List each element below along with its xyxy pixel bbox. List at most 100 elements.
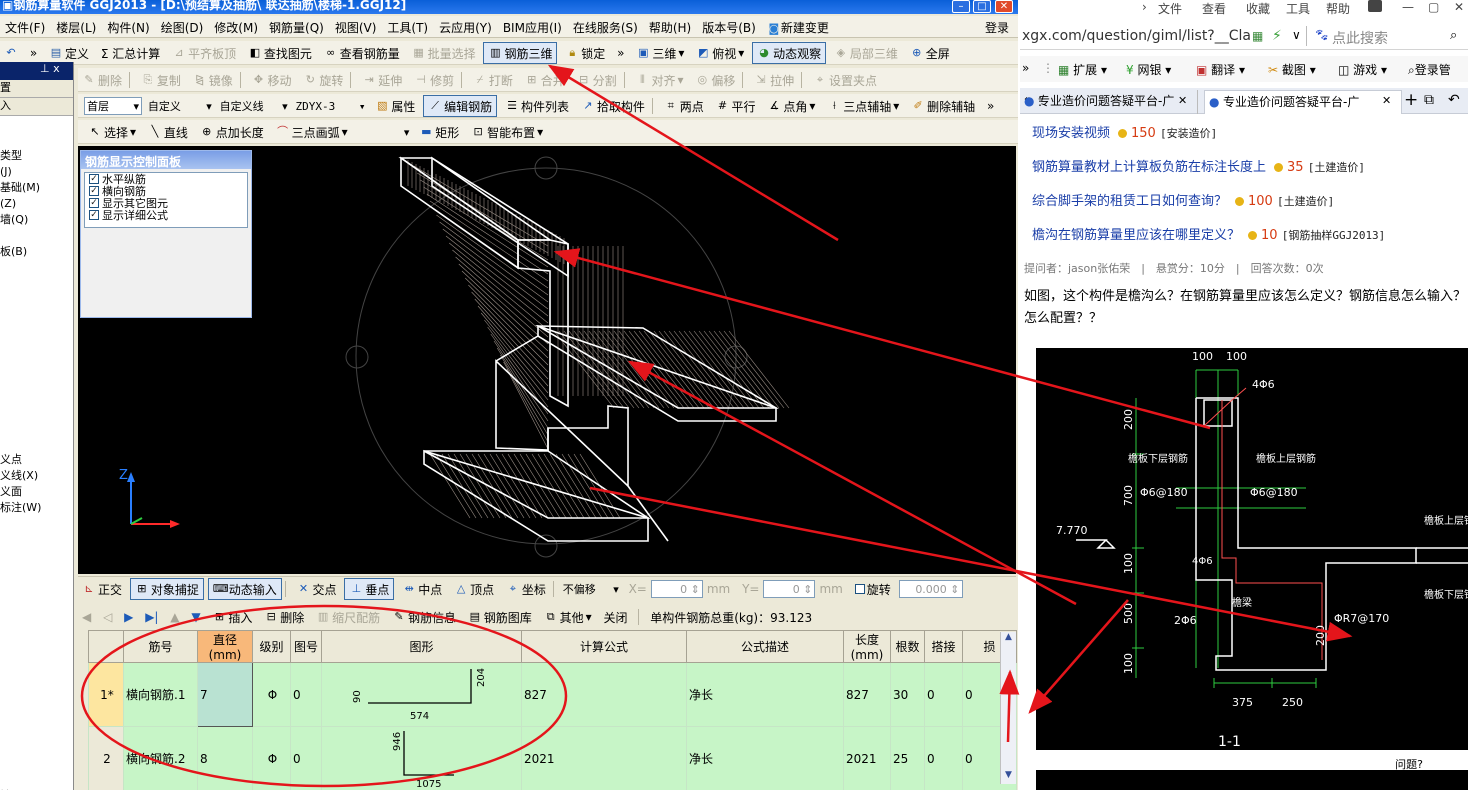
question-link[interactable]: 钢筋算量教材上计算板负筋在标注长度上 [1032, 160, 1266, 175]
new-tab-icon[interactable]: + [1404, 90, 1418, 110]
navigator-item[interactable] [0, 260, 73, 276]
checkbox-checked-icon[interactable]: ✓ [89, 198, 99, 208]
col-formula[interactable]: 计算公式 [521, 630, 687, 663]
ortho-button[interactable]: ⊾ 正交 [78, 578, 126, 600]
align-button[interactable]: ⫴ 对齐 ▾ [631, 69, 687, 91]
three-point-axis-button[interactable]: ⟊ 三点辅轴 ▾ [823, 95, 903, 117]
rebar-info-button[interactable]: ✎ 钢筋信息 [388, 606, 460, 628]
col-formula-desc[interactable]: 公式描述 [686, 630, 844, 663]
line-button[interactable]: ╲ 直线 [144, 121, 192, 143]
pick-component-button[interactable]: ↗ 拾取构件 [577, 95, 649, 117]
next-record-button[interactable]: ▶ [120, 606, 137, 628]
col-diameter[interactable]: 直径(mm) [197, 630, 253, 663]
close-panel-icon[interactable]: ⅹ [53, 62, 60, 75]
split-button[interactable]: ⊟ 分割 [573, 69, 621, 91]
cell-diameter[interactable]: 8 [197, 726, 253, 790]
navigator-item[interactable]: 标注(W) [0, 500, 73, 516]
merge-button[interactable]: ⊞ 合并 [521, 69, 569, 91]
menu-floor[interactable]: 楼层(L) [51, 16, 102, 36]
navigator-item[interactable] [0, 340, 73, 356]
close-button[interactable]: ✕ [995, 0, 1013, 13]
bookmark-login[interactable]: ⌕登录管 [1408, 61, 1451, 78]
dynamic-input-button[interactable]: ⌨ 动态输入 [207, 578, 282, 600]
three-d-button[interactable]: ▣ 三维 ▾ [632, 42, 688, 64]
col-lap[interactable]: 搭接 [924, 630, 963, 663]
navigator-item[interactable] [0, 372, 73, 388]
browser-menu-chevron-icon[interactable]: › [1142, 0, 1147, 14]
question-item[interactable]: 钢筋算量教材上计算板负筋在标注长度上 35 [土建造价] [1032, 156, 1365, 175]
draw-mode-select[interactable]: ▾ [355, 123, 411, 141]
break-button[interactable]: ⌿ 打断 [469, 69, 517, 91]
first-record-button[interactable]: ◀ [78, 606, 95, 628]
rotate-button[interactable]: ↻ 旋转 [299, 69, 347, 91]
fullscreen-button[interactable]: ⊕ 全屏 [906, 42, 954, 64]
tab-close-icon[interactable]: ✕ [1178, 94, 1187, 107]
navigator-item[interactable] [0, 388, 73, 404]
navigator-item[interactable] [0, 116, 73, 132]
cell-desc[interactable]: 净长 [686, 662, 844, 727]
cell-diameter[interactable]: 7 [197, 662, 253, 727]
tab-active[interactable]: ● 专业造价问题答疑平台-广 [1204, 90, 1402, 114]
menu-bim[interactable]: BIM应用(I) [498, 16, 568, 36]
navigator-item[interactable] [0, 756, 73, 772]
define-button[interactable]: ▤ 定义 [45, 42, 93, 64]
delete-button[interactable]: ✎ 删除 [78, 69, 126, 91]
pin-icon[interactable]: ⊥ [40, 62, 50, 75]
qr-icon[interactable]: ▦ [1252, 29, 1263, 43]
prev-record-button[interactable]: ◁ [99, 606, 116, 628]
view-rebar-qty-button[interactable]: ∞ 查看钢筋量 [320, 42, 404, 64]
navigator-item[interactable]: 板(B) [0, 244, 73, 260]
checkbox-checked-icon[interactable]: ✓ [89, 174, 99, 184]
orbit-handle-bottom[interactable] [534, 534, 558, 558]
cell-formula[interactable]: 827 [521, 662, 687, 727]
last-record-button[interactable]: ▶| [141, 606, 162, 628]
menu-file[interactable]: 文件(F) [0, 16, 51, 36]
menu-modify[interactable]: 修改(M) [209, 16, 264, 36]
find-element-button[interactable]: ◧ 查找图元 [244, 42, 316, 64]
menu-tools[interactable]: 工具(T) [382, 16, 434, 36]
toolbar-overflow-2[interactable]: » [613, 42, 628, 64]
point-length-button[interactable]: ⊕ 点加长度 [196, 121, 268, 143]
navigator-item[interactable] [0, 532, 73, 548]
rectangle-button[interactable]: ▬ 矩形 [415, 121, 463, 143]
set-grip-button[interactable]: ⌖ 设置夹点 [809, 69, 881, 91]
local-3d-button[interactable]: ◈ 局部三维 [830, 42, 902, 64]
stretch-button[interactable]: ⇲ 拉伸 [750, 69, 798, 91]
navigator-item[interactable] [0, 612, 73, 628]
tab-list-icon[interactable]: ⧉ [1424, 92, 1434, 108]
dropdown-icon[interactable]: ∨ [1292, 28, 1301, 42]
menu-online[interactable]: 在线服务(S) [568, 16, 644, 36]
question-drawing[interactable]: 100 100 4Φ6 200 700 檐板下层钢筋 檐板上层钢筋 Φ6@180… [1036, 348, 1468, 750]
browser-minimize-icon[interactable]: — [1402, 0, 1414, 14]
cell-lap[interactable]: 0 [924, 662, 963, 727]
navigator-item[interactable] [0, 420, 73, 436]
menu-version[interactable]: 版本号(B) [697, 16, 762, 36]
search-icon[interactable]: ⌕ [1450, 28, 1457, 43]
browser-restore-icon[interactable]: ▢ [1428, 0, 1439, 14]
other-button[interactable]: ⧉ 其他 ▾ [540, 606, 596, 628]
midpoint-button[interactable]: ⇹ 中点 [398, 578, 446, 600]
col-shape[interactable]: 图形 [321, 630, 522, 663]
rotate-checkbox[interactable]: 旋转 [851, 578, 895, 600]
checkbox-checked-icon[interactable]: ✓ [89, 210, 99, 220]
browser-menu-favorites[interactable]: 收藏 [1246, 0, 1270, 16]
tab-inactive[interactable]: ● 专业造价问题答疑平台-广 [1020, 90, 1198, 114]
object-snap-button[interactable]: ⊞ 对象捕捉 [129, 578, 204, 600]
mirror-button[interactable]: ⧎ 镜像 [189, 69, 237, 91]
cell-formula[interactable]: 2021 [521, 726, 687, 790]
search-input[interactable]: 点此搜索 [1332, 28, 1388, 48]
cell-figure[interactable]: 0 [290, 726, 322, 790]
login-link[interactable]: 登录 [980, 16, 1015, 36]
scroll-up-icon[interactable]: ▲ [1001, 632, 1016, 646]
move-down-button[interactable]: ▼ [187, 606, 204, 628]
x-input[interactable]: 0 ⇕ [650, 580, 703, 598]
copy-button[interactable]: ⎘ 复制 [137, 69, 185, 91]
browser-menu-tools[interactable]: 工具 [1286, 0, 1310, 16]
navigator-item[interactable]: 置 [0, 80, 73, 98]
rotate-input[interactable]: 0.000 ⇕ [898, 580, 963, 598]
col-grade[interactable]: 级别 [252, 630, 291, 663]
navigator-item[interactable] [0, 564, 73, 580]
menu-component[interactable]: 构件(N) [102, 16, 155, 36]
table-row[interactable]: 1* 横向钢筋.1 7 Φ 0 90 574 204 827 净长 827 30 [88, 662, 1017, 727]
checkbox-empty-icon[interactable] [854, 584, 865, 594]
